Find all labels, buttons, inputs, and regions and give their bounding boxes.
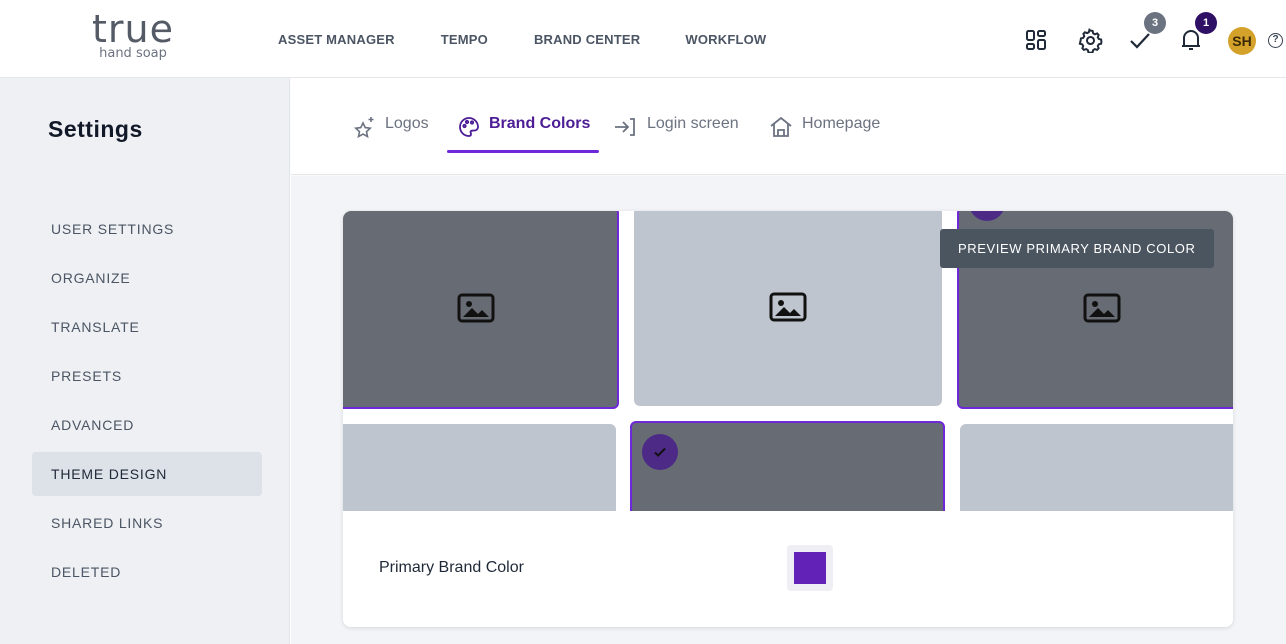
sidebar-item-theme-design[interactable]: THEME DESIGN bbox=[32, 452, 262, 496]
tab-homepage-label: Homepage bbox=[802, 115, 881, 132]
sidebar-item-organize[interactable]: ORGANIZE bbox=[32, 256, 262, 300]
sidebar-item-shared-links[interactable]: SHARED LINKS bbox=[32, 501, 262, 545]
top-header: true hand soap ASSET MANAGER TEMPO BRAND… bbox=[0, 0, 1286, 78]
preview-tile-1[interactable] bbox=[343, 211, 619, 409]
sparkle-star-icon bbox=[353, 117, 374, 139]
apps-grid-icon[interactable] bbox=[1024, 28, 1050, 54]
top-navigation: ASSET MANAGER TEMPO BRAND CENTER WORKFLO… bbox=[278, 32, 766, 47]
palette-icon bbox=[459, 117, 479, 137]
brand-logo[interactable]: true hand soap bbox=[88, 10, 178, 61]
nav-asset-manager[interactable]: ASSET MANAGER bbox=[278, 32, 395, 47]
home-icon bbox=[770, 116, 792, 137]
tab-logos[interactable]: Logos bbox=[353, 115, 429, 155]
preview-tile-2[interactable] bbox=[634, 211, 942, 406]
brand-colors-card: PREVIEW PRIMARY BRAND COLOR Primary Bran… bbox=[343, 211, 1233, 627]
preview-tile-4[interactable] bbox=[343, 424, 616, 524]
header-actions: 3 1 SH ? bbox=[1020, 12, 1286, 66]
tab-login-screen-label: Login screen bbox=[647, 115, 739, 132]
tab-homepage[interactable]: Homepage bbox=[768, 115, 880, 155]
gear-icon[interactable] bbox=[1078, 28, 1104, 54]
tab-brand-colors-label: Brand Colors bbox=[489, 115, 591, 132]
login-arrow-icon bbox=[615, 118, 635, 136]
help-icon[interactable]: ? bbox=[1268, 33, 1283, 48]
sidebar-menu: USER SETTINGS ORGANIZE TRANSLATE PRESETS… bbox=[32, 207, 262, 599]
preview-tile-6[interactable] bbox=[960, 424, 1233, 524]
primary-color-label: Primary Brand Color bbox=[379, 559, 524, 576]
brand-logo-name: true bbox=[92, 7, 174, 51]
nav-brand-center[interactable]: BRAND CENTER bbox=[534, 32, 640, 47]
primary-color-row: Primary Brand Color bbox=[343, 511, 1233, 627]
sidebar-item-advanced[interactable]: ADVANCED bbox=[32, 403, 262, 447]
preview-tile-5[interactable] bbox=[630, 421, 945, 525]
tab-login-screen[interactable]: Login screen bbox=[613, 115, 739, 155]
primary-color-picker[interactable] bbox=[787, 545, 833, 591]
preview-tooltip: PREVIEW PRIMARY BRAND COLOR bbox=[940, 229, 1214, 268]
nav-workflow[interactable]: WORKFLOW bbox=[685, 32, 766, 47]
sidebar-item-deleted[interactable]: DELETED bbox=[32, 550, 262, 594]
main-content: PREVIEW PRIMARY BRAND COLOR Primary Bran… bbox=[291, 176, 1286, 644]
sidebar-item-presets[interactable]: PRESETS bbox=[32, 354, 262, 398]
active-tab-indicator bbox=[447, 150, 599, 153]
primary-color-swatch bbox=[794, 552, 826, 584]
image-icon bbox=[457, 293, 495, 323]
tasks-count-badge: 3 bbox=[1144, 12, 1166, 34]
sidebar-item-user-settings[interactable]: USER SETTINGS bbox=[32, 207, 262, 251]
image-icon bbox=[769, 292, 807, 321]
settings-sidebar: Settings USER SETTINGS ORGANIZE TRANSLAT… bbox=[0, 78, 290, 644]
brand-logo-tagline: hand soap bbox=[99, 46, 167, 61]
tab-brand-colors[interactable]: Brand Colors bbox=[457, 115, 590, 155]
sidebar-title: Settings bbox=[48, 116, 143, 142]
tab-logos-label: Logos bbox=[385, 115, 429, 132]
sidebar-item-translate[interactable]: TRANSLATE bbox=[32, 305, 262, 349]
user-avatar[interactable]: SH bbox=[1228, 27, 1256, 55]
checkmark-icon bbox=[642, 434, 678, 470]
image-icon bbox=[1083, 293, 1121, 323]
nav-tempo[interactable]: TEMPO bbox=[441, 32, 488, 47]
theme-tabs: Logos Brand Colors Login screen Homepage bbox=[291, 78, 1286, 175]
notifications-count-badge: 1 bbox=[1195, 12, 1217, 34]
